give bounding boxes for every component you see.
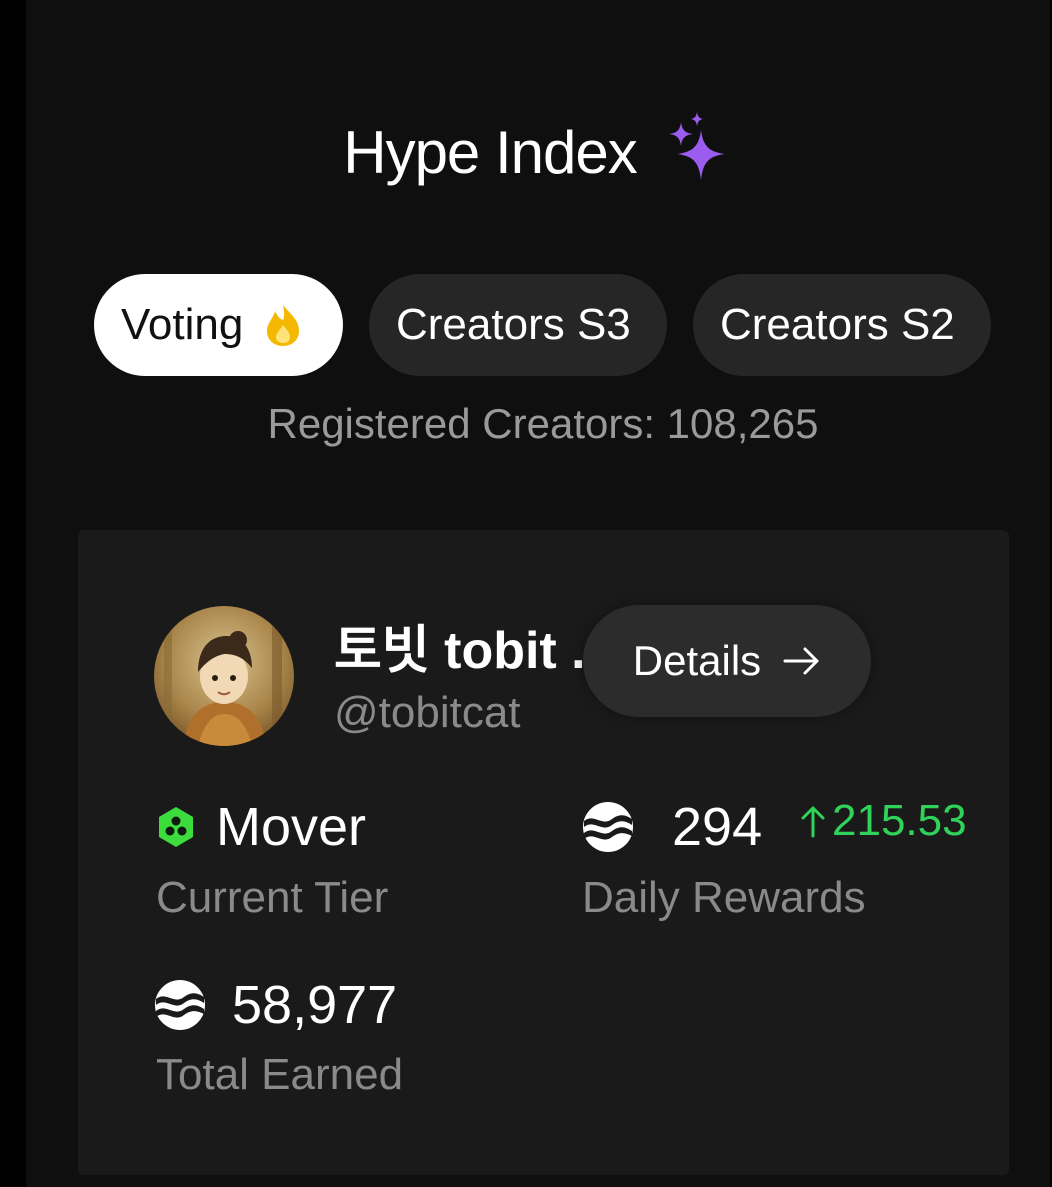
- creator-card: 토빗 tobit ... @tobitcat Details Mover Cur…: [78, 530, 1009, 1175]
- daily-rewards-label: Daily Rewards: [582, 873, 866, 922]
- avatar[interactable]: [154, 606, 294, 746]
- wave-coin-icon: [155, 980, 205, 1030]
- daily-rewards-value-text: 294: [672, 797, 763, 857]
- tab-bar: Voting Creators S3 Creators S2: [94, 274, 991, 376]
- arrow-right-icon: [783, 647, 819, 675]
- arrow-up-icon: [801, 806, 825, 838]
- daily-rewards-value: 294: [582, 796, 762, 858]
- total-earned-label: Total Earned: [156, 1050, 404, 1099]
- hexagon-tier-icon: [159, 807, 193, 847]
- tab-voting-label: Voting: [121, 300, 244, 349]
- total-earned-value: 58,977: [154, 974, 397, 1036]
- tier-value: Mover: [156, 796, 366, 858]
- tier-value-text: Mover: [216, 797, 367, 857]
- tab-creators-s3-label: Creators S3: [396, 300, 631, 349]
- details-button[interactable]: Details: [583, 605, 871, 717]
- avatar-image: [154, 606, 294, 746]
- tier-label: Current Tier: [156, 873, 389, 922]
- total-earned-value-text: 58,977: [232, 975, 398, 1035]
- creator-handle: @tobitcat: [334, 688, 521, 737]
- header: Hype Index: [26, 112, 1050, 192]
- details-button-label: Details: [632, 637, 762, 684]
- page-title: Hype Index: [343, 118, 638, 186]
- tab-creators-s2-label: Creators S2: [720, 300, 955, 349]
- daily-rewards-change-text: 215.53: [832, 796, 967, 845]
- wave-coin-icon: [583, 802, 633, 852]
- flame-icon: [267, 305, 300, 346]
- sparkles-icon: [668, 112, 725, 180]
- tab-creators-s2[interactable]: Creators S2: [693, 274, 991, 376]
- app-screen: Hype Index Voting Creators S3 Creators S…: [26, 0, 1050, 1187]
- daily-rewards-change: 215.53: [800, 796, 967, 846]
- registered-creators-count: Registered Creators: 108,265: [267, 400, 819, 447]
- tab-voting[interactable]: Voting: [94, 274, 343, 376]
- tab-creators-s3[interactable]: Creators S3: [369, 274, 667, 376]
